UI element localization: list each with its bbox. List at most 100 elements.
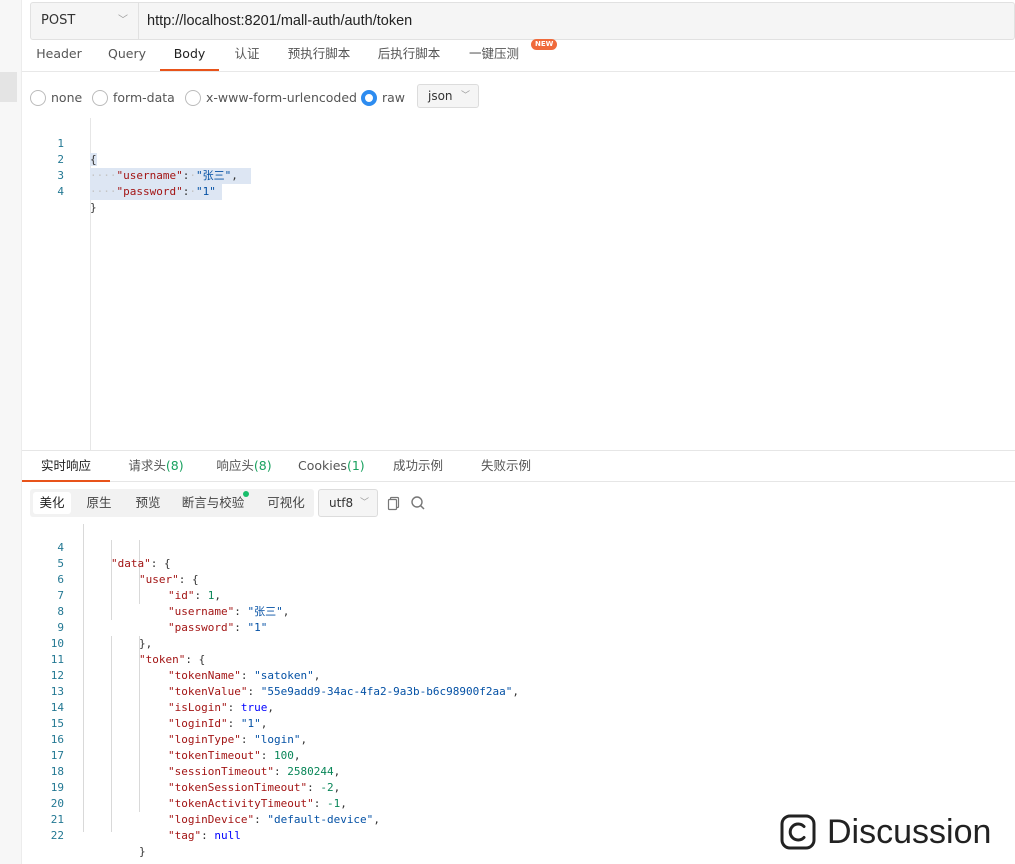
json-string: "55e9add9-34ac-4fa2-9a3b-b6c98900f2aa" [260, 685, 513, 698]
json-punct: , [267, 701, 274, 714]
tab-header[interactable]: Header [36, 40, 82, 71]
code-line: 19 "tokenActivityTimeout": -1, [22, 764, 347, 810]
code-line: 6 "id": 1, [22, 556, 221, 602]
code-line: 5 "user": { [22, 540, 198, 586]
json-brace: } [139, 845, 146, 858]
view-mode-preview[interactable]: 预览 [129, 492, 167, 514]
copyright-c-icon [780, 814, 816, 850]
request-tabs: Header Query Body 认证 预执行脚本 后执行脚本 一键压测 [22, 40, 1015, 72]
json-string: "satoken" [254, 669, 314, 682]
json-string: "1" [195, 185, 216, 198]
json-punct: : { [178, 573, 199, 586]
view-mode-visualize[interactable]: 可视化 [264, 492, 308, 514]
json-number: -2 [320, 781, 334, 794]
tab-post-script[interactable]: 后执行脚本 [376, 40, 442, 71]
tab-live-response[interactable]: 实时响应 [22, 451, 110, 482]
json-key: "password" [168, 621, 235, 634]
json-key: "data" [111, 557, 151, 570]
tab-query[interactable]: Query [108, 40, 146, 71]
encoding-select[interactable]: utf8 ﹀ [318, 489, 378, 517]
json-number: -1 [326, 797, 341, 810]
json-punct: , [313, 669, 321, 682]
chevron-down-icon: ﹀ [359, 498, 369, 508]
json-brace: }, [139, 637, 153, 650]
search-icon[interactable] [409, 494, 427, 512]
method-select[interactable]: POST ﹀ [31, 3, 139, 39]
json-punct: , [333, 765, 341, 778]
json-string: "default-device" [267, 813, 374, 826]
cookies-count: (1) [346, 458, 365, 473]
json-brace: } [90, 201, 97, 214]
tab-load-test[interactable]: 一键压测 [466, 40, 522, 71]
body-format-select[interactable]: json ﹀ [417, 84, 479, 108]
view-mode-raw[interactable]: 原生 [80, 492, 118, 514]
json-key: "loginId" [168, 717, 228, 730]
indent-guide [111, 636, 112, 832]
tab-pre-script[interactable]: 预执行脚本 [286, 40, 352, 71]
tab-cookies[interactable]: Cookies(1) [298, 451, 365, 482]
radio-icon [92, 90, 108, 106]
space-dot: · [189, 169, 196, 182]
radio-selected-icon [361, 90, 377, 106]
view-mode-pretty[interactable]: 美化 [33, 492, 71, 514]
line-number: 22 [50, 829, 64, 842]
json-key: "tokenValue" [168, 685, 248, 698]
json-number: 100 [273, 749, 294, 762]
mode-raw-label: raw [382, 90, 406, 105]
chevron-down-icon: ﹀ [460, 91, 470, 101]
json-key: "loginType" [168, 733, 241, 746]
json-key: "loginDevice" [168, 813, 255, 826]
json-string: "1" [240, 717, 261, 730]
watermark-text: Discussion [827, 813, 992, 851]
json-key: "username" [168, 605, 235, 618]
chevron-down-icon: ﹀ [118, 15, 128, 26]
mode-form-data-label: form-data [113, 90, 175, 105]
json-string: "1" [247, 621, 268, 634]
json-key: "sessionTimeout" [168, 765, 274, 778]
copy-icon[interactable] [385, 494, 403, 512]
json-number: 2580244 [287, 765, 334, 778]
view-mode-assert[interactable]: 断言与校验 [180, 492, 246, 514]
code-line: 7 "username": "张三", [22, 572, 289, 618]
code-line: 8 "password": "1" [22, 588, 267, 634]
json-punct: , [260, 717, 268, 730]
json-key: "tokenTimeout" [168, 749, 261, 762]
json-punct: , [300, 733, 308, 746]
tab-auth[interactable]: 认证 [232, 40, 262, 71]
code-line: 2 ····"username":·"张三", [22, 136, 252, 184]
json-key: "token" [139, 653, 186, 666]
url-input[interactable]: http://localhost:8201/mall-auth/auth/tok… [147, 3, 412, 39]
json-comma: , [231, 169, 238, 182]
radio-icon [185, 90, 201, 106]
method-label: POST [41, 13, 76, 28]
request-body-editor[interactable]: 1 { 2 ····"username":·"张三", 3 ····"passw… [22, 118, 1015, 450]
sidebar-handle[interactable] [0, 72, 17, 102]
status-dot-icon [243, 491, 249, 497]
tab-body[interactable]: Body [160, 40, 219, 71]
response-tabs: 实时响应 请求头(8) 响应头(8) Cookies(1) 成功示例 失败示例 [22, 450, 1015, 482]
space-dot: · [189, 185, 196, 198]
code-line: 17 "sessionTimeout": 2580244, [22, 732, 340, 778]
json-punct: , [293, 749, 301, 762]
response-headers-count: (8) [253, 458, 272, 473]
json-keyword: true [240, 701, 268, 714]
json-punct: , [373, 813, 380, 826]
code-line: 10 "token": { [22, 620, 205, 666]
url-bar: POST ﹀ http://localhost:8201/mall-auth/a… [30, 2, 1015, 40]
code-line: 21 "tag": null [22, 796, 241, 842]
tab-request-headers-label: 请求头 [128, 458, 166, 473]
tab-cookies-label: Cookies [298, 458, 347, 473]
json-key: "isLogin" [168, 701, 228, 714]
json-key: "tokenName" [168, 669, 241, 682]
body-format-value: json [428, 89, 453, 103]
json-punct: , [214, 589, 221, 602]
code-line: 12 "tokenValue": "55e9add9-34ac-4fa2-9a3… [22, 652, 519, 698]
tab-response-headers[interactable]: 响应头(8) [214, 451, 274, 482]
tab-success-example[interactable]: 成功示例 [388, 451, 448, 482]
code-line: 13 "isLogin": true, [22, 668, 274, 714]
tab-fail-example[interactable]: 失败示例 [476, 451, 536, 482]
json-punct: , [512, 685, 520, 698]
json-string: "张三" [247, 605, 283, 618]
tab-request-headers[interactable]: 请求头(8) [126, 451, 186, 482]
code-line: 4 } [22, 168, 96, 214]
